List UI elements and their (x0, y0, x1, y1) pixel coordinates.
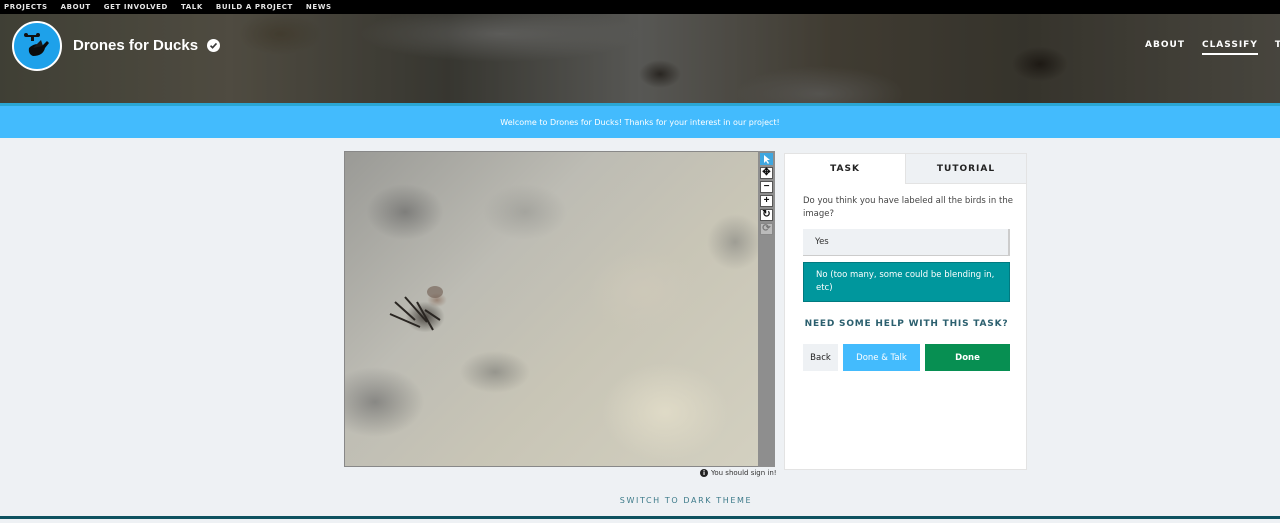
welcome-banner-text: Welcome to Drones for Ducks! Thanks for … (500, 117, 780, 127)
tab-tutorial[interactable]: TUTORIAL (905, 154, 1026, 184)
zoom-in-icon[interactable]: + (760, 195, 773, 207)
task-question: Do you think you have labeled all the bi… (803, 196, 1013, 219)
top-nav: PROJECTS ABOUT GET INVOLVED TALK BUILD A… (0, 0, 1280, 14)
project-title[interactable]: Drones for Ducks (73, 37, 221, 54)
duck-drone-logo-icon (24, 33, 49, 56)
nav-about[interactable]: ABOUT (61, 3, 91, 11)
check-circle-icon (207, 39, 221, 52)
project-avatar[interactable] (12, 21, 62, 71)
answer-yes-label: Yes (815, 236, 829, 247)
nav-projects[interactable]: PROJECTS (4, 3, 48, 11)
info-icon: i (700, 469, 708, 477)
answer-no[interactable]: No (too many, some could be blending in,… (803, 262, 1010, 302)
move-icon[interactable]: ✥ (760, 167, 773, 179)
project-nav-classify[interactable]: CLASSIFY (1201, 40, 1258, 55)
reset-icon[interactable]: ⟳ (760, 223, 773, 235)
nav-talk[interactable]: TALK (181, 3, 203, 11)
sign-in-notice-text: You should sign in! (711, 469, 777, 477)
done-and-talk-button[interactable]: Done & Talk (843, 344, 920, 371)
zoom-out-icon[interactable]: − (760, 181, 773, 193)
switch-theme-link[interactable]: SWITCH TO DARK THEME (0, 496, 1280, 505)
back-button[interactable]: Back (803, 344, 838, 371)
answer-yes[interactable]: Yes (803, 229, 1010, 256)
project-header (0, 14, 1280, 106)
bird-cluster-mark (389, 286, 443, 331)
answer-no-label: No (too many, some could be blending in,… (816, 270, 995, 293)
subject-image[interactable] (344, 151, 760, 467)
pointer-icon[interactable] (760, 153, 773, 165)
nav-news[interactable]: NEWS (306, 3, 332, 11)
rotate-icon[interactable]: ↻ (760, 209, 773, 221)
nav-build-a-project[interactable]: BUILD A PROJECT (216, 3, 293, 11)
task-help-link[interactable]: NEED SOME HELP WITH THIS TASK? (785, 319, 1028, 329)
welcome-banner: Welcome to Drones for Ducks! Thanks for … (0, 106, 1280, 138)
project-nav-about[interactable]: ABOUT (1145, 40, 1185, 55)
footer-divider (0, 516, 1280, 519)
task-tabs: TASK TUTORIAL (785, 154, 1026, 184)
tab-task[interactable]: TASK (785, 154, 905, 184)
sign-in-notice[interactable]: i You should sign in! (700, 469, 777, 477)
project-title-text: Drones for Ducks (73, 37, 199, 54)
project-nav: ABOUT CLASSIFY T (1145, 40, 1280, 55)
project-nav-truncated[interactable]: T (1275, 40, 1280, 55)
done-button[interactable]: Done (925, 344, 1010, 371)
nav-get-involved[interactable]: GET INVOLVED (104, 3, 168, 11)
task-panel: TASK TUTORIAL Do you think you have labe… (784, 153, 1027, 470)
